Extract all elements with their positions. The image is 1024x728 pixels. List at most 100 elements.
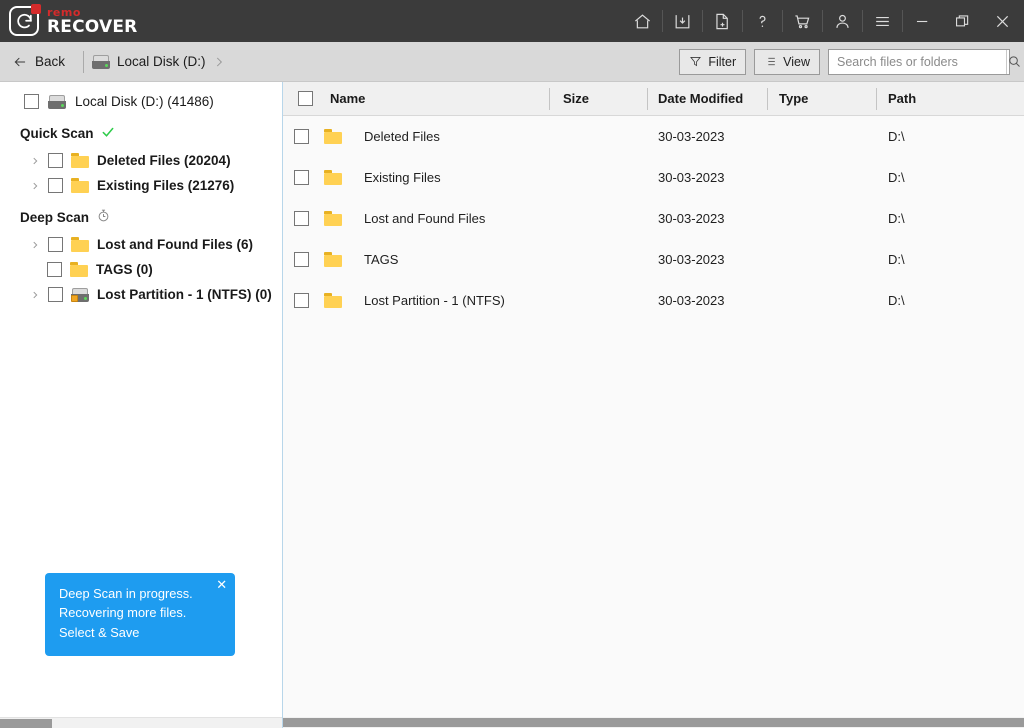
- cell-date-modified: 30-03-2023: [658, 170, 725, 185]
- folder-icon: [324, 129, 342, 144]
- folder-icon: [71, 237, 89, 252]
- view-label: View: [783, 54, 810, 69]
- folder-icon: [324, 170, 342, 185]
- back-button[interactable]: Back: [10, 51, 75, 73]
- stopwatch-icon: [96, 208, 111, 226]
- cell-name: Lost Partition - 1 (NTFS): [283, 293, 549, 308]
- row-checkbox[interactable]: [294, 211, 309, 226]
- root-checkbox[interactable]: [24, 94, 39, 109]
- column-header-path[interactable]: Path: [876, 82, 1016, 116]
- folder-icon: [70, 262, 88, 277]
- column-header-name[interactable]: Name: [283, 82, 549, 116]
- chevron-right-icon[interactable]: [30, 181, 40, 191]
- row-name-label: Lost Partition - 1 (NTFS): [364, 293, 505, 308]
- table-row[interactable]: Existing Files 30-03-2023 D:\: [283, 157, 1024, 198]
- cell-name: Lost and Found Files: [283, 211, 549, 226]
- item-checkbox[interactable]: [48, 153, 63, 168]
- column-header-date-modified[interactable]: Date Modified: [647, 82, 767, 116]
- help-icon[interactable]: [742, 0, 782, 42]
- sidebar-horizontal-scrollbar[interactable]: [0, 717, 282, 728]
- row-name-label: Deleted Files: [364, 129, 440, 144]
- scan-tree-sidebar: Local Disk (D:) (41486) Quick Scan Delet…: [0, 82, 283, 728]
- column-label: Path: [888, 91, 917, 106]
- breadcrumb-label: Local Disk (D:): [117, 54, 206, 69]
- cell-path: D:\: [888, 129, 905, 144]
- cell-name: Existing Files: [283, 170, 549, 185]
- cart-icon[interactable]: [782, 0, 822, 42]
- deep-scan-notification: ✕ Deep Scan in progress. Recovering more…: [45, 572, 235, 656]
- sidebar-item-deleted-files[interactable]: Deleted Files (20204): [0, 148, 282, 173]
- user-account-icon[interactable]: [822, 0, 862, 42]
- close-icon[interactable]: [982, 0, 1022, 42]
- notification-close-icon[interactable]: ✕: [216, 578, 227, 592]
- search-box[interactable]: [828, 48, 1020, 75]
- minimize-icon[interactable]: [902, 0, 942, 42]
- table-row[interactable]: Lost Partition - 1 (NTFS) 30-03-2023 D:\: [283, 280, 1024, 321]
- column-header-size[interactable]: Size: [549, 82, 647, 116]
- folder-icon: [71, 178, 89, 193]
- save-session-icon[interactable]: [662, 0, 702, 42]
- row-name-label: Existing Files: [364, 170, 441, 185]
- quick-scan-title: Quick Scan: [20, 126, 94, 141]
- item-checkbox[interactable]: [48, 178, 63, 193]
- chevron-right-icon[interactable]: [30, 290, 40, 300]
- cell-date-modified: 30-03-2023: [658, 293, 725, 308]
- item-checkbox[interactable]: [47, 262, 62, 277]
- row-checkbox[interactable]: [294, 129, 309, 144]
- filter-button[interactable]: Filter: [679, 48, 747, 75]
- view-button[interactable]: View: [754, 48, 820, 75]
- chevron-right-icon[interactable]: [30, 156, 40, 166]
- deep-scan-header: Deep Scan: [0, 198, 282, 232]
- file-list-panel: Name Size Date Modified Type Path Delete…: [283, 82, 1024, 728]
- sidebar-item-tags[interactable]: TAGS (0): [0, 257, 282, 282]
- home-icon[interactable]: [622, 0, 662, 42]
- breadcrumb-chevron-right-icon[interactable]: [212, 55, 226, 69]
- row-checkbox[interactable]: [294, 252, 309, 267]
- folder-icon: [324, 252, 342, 267]
- table-row[interactable]: TAGS 30-03-2023 D:\: [283, 239, 1024, 280]
- scrollbar-thumb[interactable]: [283, 718, 1024, 727]
- folder-icon: [324, 211, 342, 226]
- maximize-icon[interactable]: [942, 0, 982, 42]
- logo-product-text: RECOVER: [47, 16, 138, 37]
- new-document-icon[interactable]: [702, 0, 742, 42]
- item-checkbox[interactable]: [48, 237, 63, 252]
- scrollbar-thumb[interactable]: [0, 719, 52, 728]
- table-row[interactable]: Lost and Found Files 30-03-2023 D:\: [283, 198, 1024, 239]
- sidebar-item-label: Lost and Found Files (6): [97, 237, 253, 252]
- tree-root-local-disk[interactable]: Local Disk (D:) (41486): [0, 88, 282, 115]
- green-check-icon: [101, 125, 115, 142]
- main-body: Local Disk (D:) (41486) Quick Scan Delet…: [0, 82, 1024, 728]
- sidebar-item-lost-and-found-files[interactable]: Lost and Found Files (6): [0, 232, 282, 257]
- root-label: Local Disk (D:) (41486): [75, 94, 214, 109]
- row-checkbox[interactable]: [294, 170, 309, 185]
- item-checkbox[interactable]: [48, 287, 63, 302]
- chevron-right-icon[interactable]: [30, 240, 40, 250]
- search-input[interactable]: [829, 49, 1006, 74]
- select-all-checkbox[interactable]: [298, 91, 313, 106]
- search-icon[interactable]: [1006, 49, 1022, 74]
- drive-icon: [92, 54, 111, 69]
- hamburger-menu-icon[interactable]: [862, 0, 902, 42]
- notification-line-2: Recovering more files.: [59, 605, 187, 621]
- column-header-type[interactable]: Type: [767, 82, 876, 116]
- sidebar-item-label: Lost Partition - 1 (NTFS) (0): [97, 287, 272, 302]
- navigation-toolbar: Back Local Disk (D:) Filter View: [0, 42, 1024, 82]
- sidebar-item-label: Deleted Files (20204): [97, 153, 231, 168]
- cell-path: D:\: [888, 252, 905, 267]
- sidebar-item-label: TAGS (0): [96, 262, 153, 277]
- table-row[interactable]: Deleted Files 30-03-2023 D:\: [283, 116, 1024, 157]
- file-list-horizontal-scrollbar[interactable]: [283, 717, 1024, 728]
- sidebar-item-existing-files[interactable]: Existing Files (21276): [0, 173, 282, 198]
- breadcrumb[interactable]: Local Disk (D:): [92, 54, 206, 69]
- filter-label: Filter: [708, 54, 737, 69]
- row-checkbox[interactable]: [294, 293, 309, 308]
- cell-date-modified: 30-03-2023: [658, 211, 725, 226]
- sidebar-item-label: Existing Files (21276): [97, 178, 235, 193]
- column-label: Size: [563, 91, 590, 106]
- cell-path: D:\: [888, 293, 905, 308]
- notification-line-1: Deep Scan in progress.: [59, 585, 193, 601]
- drive-icon: [48, 94, 66, 109]
- column-label: Date Modified: [658, 91, 744, 106]
- sidebar-item-lost-partition[interactable]: Lost Partition - 1 (NTFS) (0): [0, 282, 282, 307]
